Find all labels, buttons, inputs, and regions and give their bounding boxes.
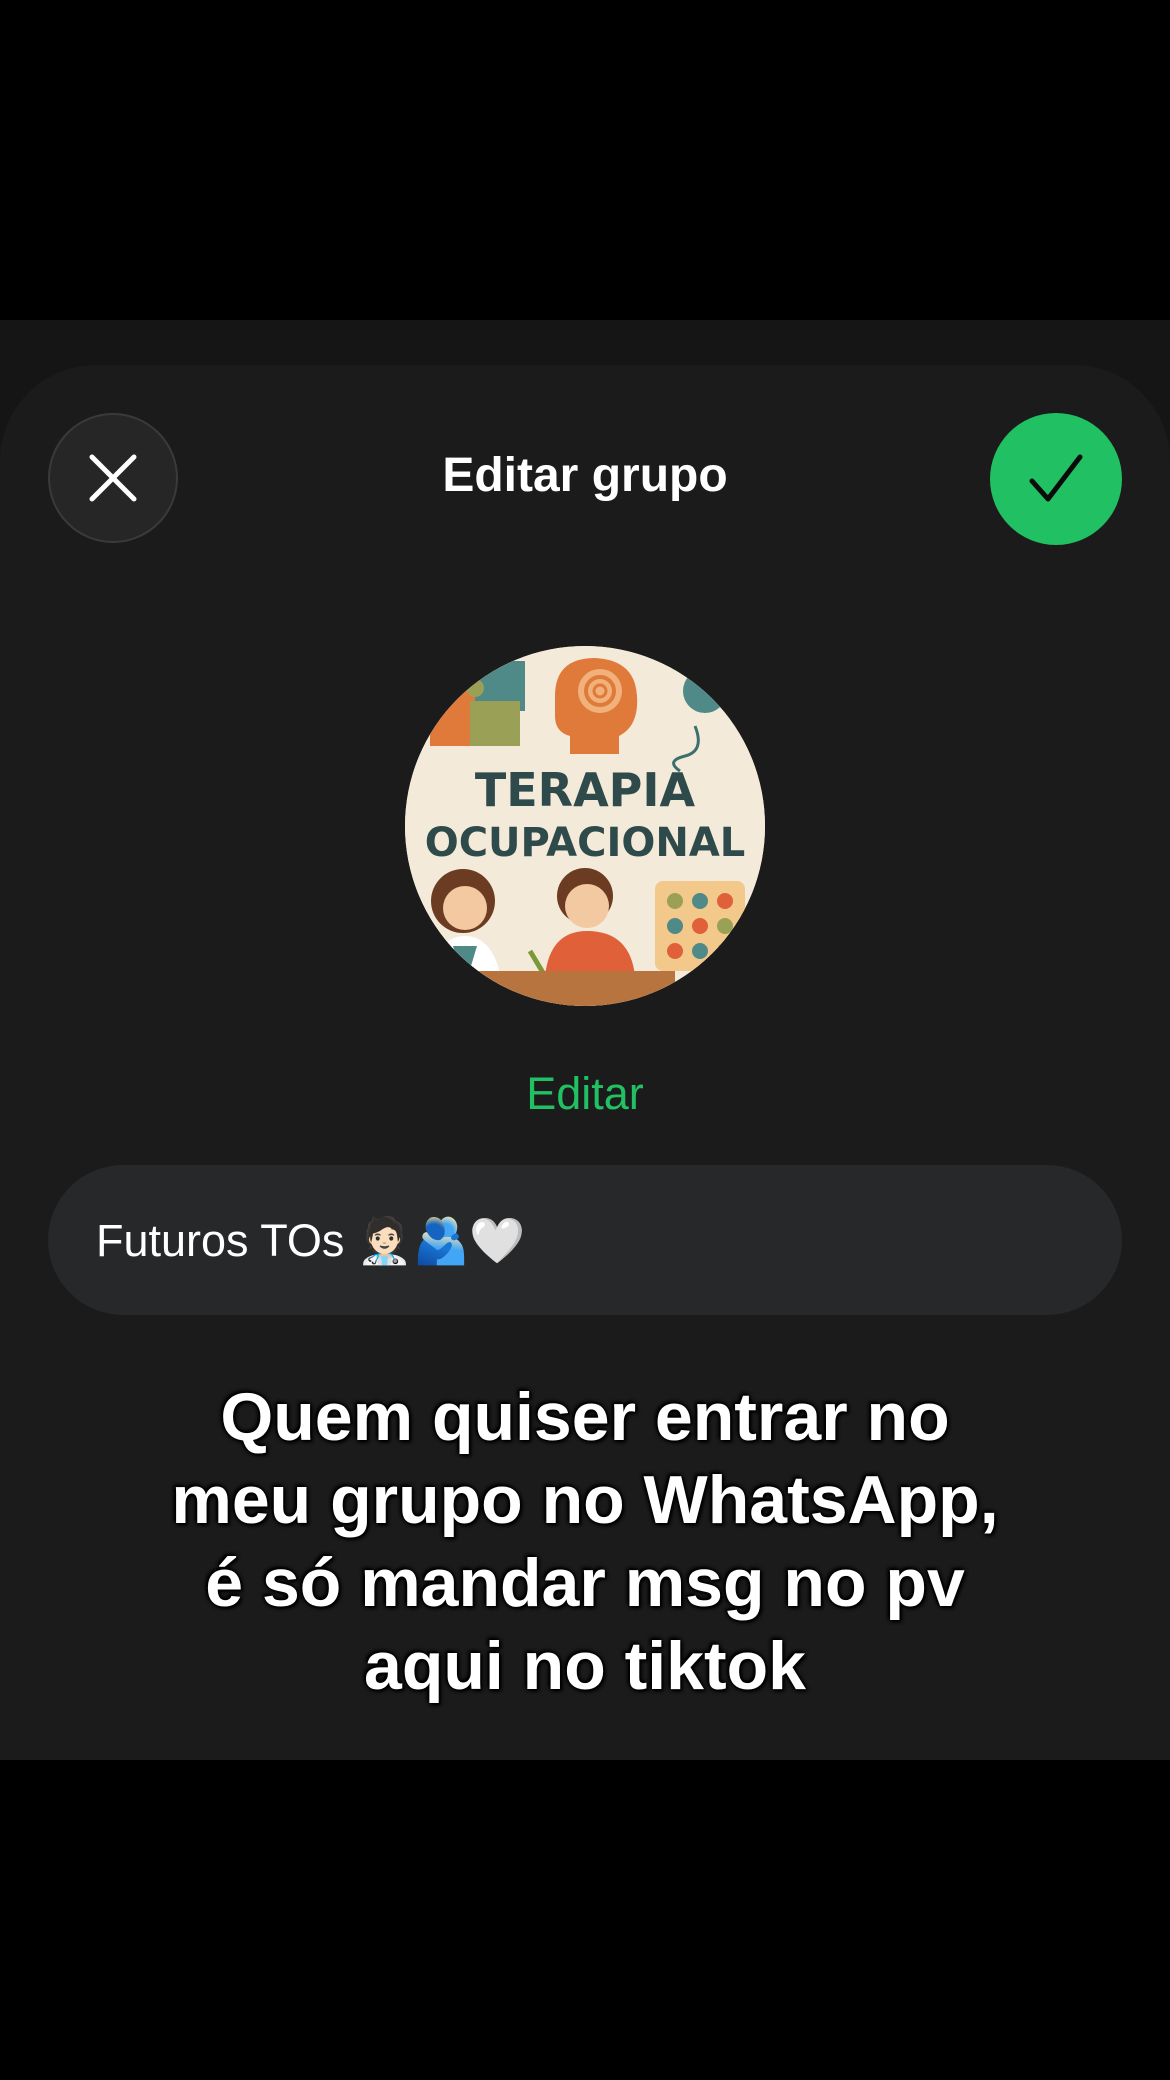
- caption-line: é só mandar msg no pv: [205, 1545, 965, 1621]
- group-name-value: Futuros TOs 🧑🏻‍⚕️🫂🤍: [96, 1214, 526, 1266]
- group-name-input[interactable]: Futuros TOs 🧑🏻‍⚕️🫂🤍: [48, 1165, 1122, 1315]
- edit-photo-link[interactable]: Editar: [0, 1068, 1170, 1120]
- video-caption: Quem quiser entrar no meu grupo no Whats…: [0, 1376, 1170, 1708]
- confirm-button[interactable]: [990, 413, 1122, 545]
- avatar-title-line2: OCUPACIONAL: [425, 820, 746, 866]
- avatar-title-line1: TERAPIA: [475, 763, 696, 817]
- caption-line: meu grupo no WhatsApp,: [171, 1462, 999, 1538]
- checkmark-icon: [1029, 454, 1083, 502]
- group-avatar[interactable]: TERAPIA OCUPACIONAL: [405, 646, 765, 1006]
- screen: Editar grupo TERAPIA OCUPACIONAL Editar …: [0, 0, 1170, 2080]
- caption-line: Quem quiser entrar no: [220, 1379, 950, 1455]
- caption-line: aqui no tiktok: [364, 1628, 806, 1704]
